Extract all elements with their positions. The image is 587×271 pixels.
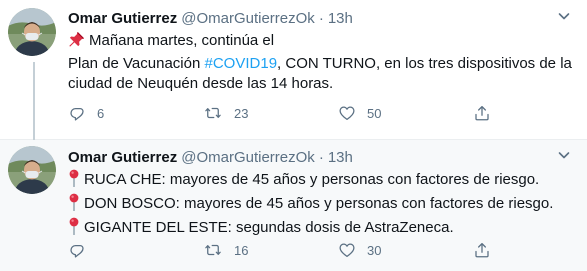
- chevron-down-icon: [556, 8, 572, 29]
- like-count: 30: [367, 242, 382, 258]
- share-button[interactable]: [473, 241, 491, 259]
- author-name[interactable]: Omar Gutierrez: [68, 10, 177, 27]
- author-handle[interactable]: @OmarGutierrezOk: [181, 149, 315, 166]
- like-button[interactable]: 50: [338, 104, 473, 122]
- tweet[interactable]: Omar Gutierrez @OmarGutierrezOk · 13h RU…: [0, 140, 587, 271]
- reply-count: 6: [97, 105, 105, 121]
- share-icon: [473, 104, 491, 122]
- round-pushpin-icon: [68, 193, 80, 217]
- text-line: Plan de Vacunación #COVID19, CON TURNO, …: [68, 54, 578, 74]
- thread-connector: [33, 62, 35, 146]
- text-line-2-end: , CON TURNO, en los tres dispositivos de…: [277, 55, 572, 72]
- pushpin-icon: [68, 31, 85, 54]
- text-line: RUCA CHE: mayores de 45 años y personas …: [68, 169, 578, 193]
- reply-button[interactable]: [68, 241, 203, 259]
- retweet-icon: [203, 104, 223, 122]
- avatar[interactable]: [8, 8, 56, 56]
- text-line: Mañana martes, continúa el: [68, 31, 578, 54]
- text-line-3: GIGANTE DEL ESTE: segundas dosis de Astr…: [84, 219, 454, 236]
- text-line: GIGANTE DEL ESTE: segundas dosis de Astr…: [68, 217, 578, 241]
- hashtag-link[interactable]: #COVID19: [205, 55, 278, 72]
- text-line-1: Mañana martes, continúa el: [89, 32, 275, 49]
- avatar[interactable]: [8, 146, 56, 194]
- text-line-2: DON BOSCO: mayores de 45 años y personas…: [84, 195, 554, 212]
- like-count: 50: [367, 105, 382, 121]
- text-line: DON BOSCO: mayores de 45 años y personas…: [68, 193, 578, 217]
- author-handle[interactable]: @OmarGutierrezOk: [181, 10, 315, 27]
- separator-dot: ·: [318, 148, 324, 166]
- tweet-time[interactable]: 13h: [328, 149, 353, 166]
- tweet-actions: 16 30: [68, 240, 568, 260]
- heart-icon: [338, 104, 356, 122]
- round-pushpin-icon: [68, 169, 80, 193]
- retweet-button[interactable]: 16: [203, 241, 338, 259]
- retweet-button[interactable]: 23: [203, 104, 338, 122]
- retweet-icon: [203, 241, 223, 259]
- tweet-header: Omar Gutierrez @OmarGutierrezOk · 13h: [68, 8, 353, 28]
- retweet-count: 23: [234, 105, 249, 121]
- tweet-text: RUCA CHE: mayores de 45 años y personas …: [68, 169, 578, 241]
- tweet-actions: 6 23 50: [68, 103, 568, 123]
- text-line-3: ciudad de Neuquén desde las 14 horas.: [68, 75, 334, 92]
- heart-icon: [338, 241, 356, 259]
- reply-button[interactable]: 6: [68, 104, 203, 122]
- tweet-header: Omar Gutierrez @OmarGutierrezOk · 13h: [68, 147, 353, 167]
- like-button[interactable]: 30: [338, 241, 473, 259]
- tweet[interactable]: Omar Gutierrez @OmarGutierrezOk · 13h Ma…: [0, 0, 587, 146]
- text-line-1: RUCA CHE: mayores de 45 años y personas …: [84, 171, 540, 188]
- tweet-text: Mañana martes, continúa el Plan de Vacun…: [68, 31, 578, 94]
- share-icon: [473, 241, 491, 259]
- reply-icon: [68, 104, 86, 122]
- text-line-2-start: Plan de Vacunación: [68, 55, 205, 72]
- retweet-count: 16: [234, 242, 249, 258]
- more-options-button[interactable]: [553, 146, 575, 168]
- reply-icon: [68, 241, 86, 259]
- round-pushpin-icon: [68, 217, 80, 241]
- share-button[interactable]: [473, 104, 491, 122]
- separator-dot: ·: [318, 9, 324, 27]
- more-options-button[interactable]: [553, 7, 575, 29]
- chevron-down-icon: [556, 147, 572, 168]
- author-name[interactable]: Omar Gutierrez: [68, 149, 177, 166]
- tweet-time[interactable]: 13h: [328, 10, 353, 27]
